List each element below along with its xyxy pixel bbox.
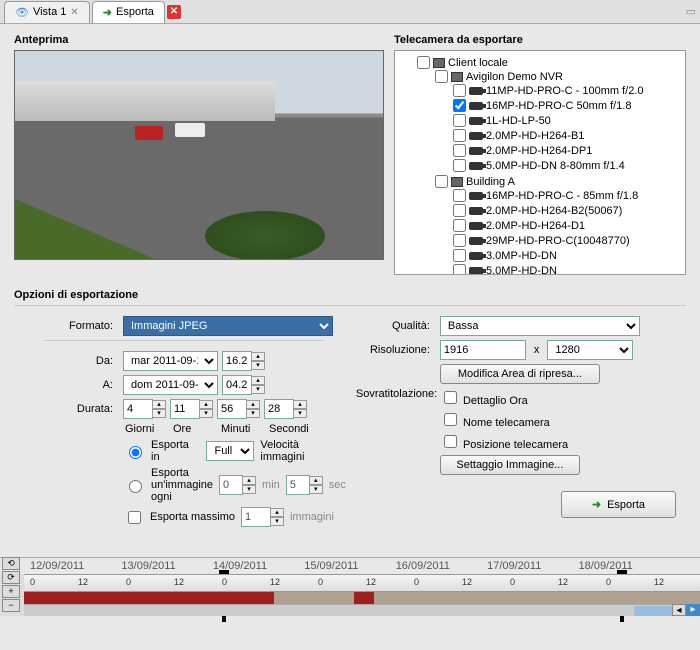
preview-title: Anteprima <box>14 34 384 46</box>
camera-item[interactable]: 2.0MP-HD-H264-DP1 <box>453 144 681 157</box>
tab-view1[interactable]: 👁 Vista 1 ✕ <box>4 1 90 23</box>
dur-days[interactable] <box>123 399 153 419</box>
camera-icon <box>469 162 483 170</box>
overlay-pos[interactable]: Posizione telecamera <box>440 432 568 451</box>
timeline-track[interactable] <box>24 592 700 604</box>
timeline-date: 16/09/2011 <box>396 560 487 572</box>
export-every-radio[interactable] <box>129 480 142 493</box>
eye-icon: 👁 <box>15 6 29 19</box>
dur-mins[interactable] <box>217 399 247 419</box>
tab-export[interactable]: ➜ Esporta <box>92 1 165 23</box>
from-time[interactable] <box>222 351 252 371</box>
camera-item[interactable]: 16MP-HD-PRO-C 50mm f/1.8 <box>453 99 681 112</box>
res-width[interactable] <box>440 340 526 360</box>
rate-select[interactable]: Full <box>206 441 254 461</box>
image-settings-button[interactable]: Settaggio Immagine... <box>440 455 580 475</box>
timeline-ruler[interactable]: 012012012012012012012 <box>24 574 700 592</box>
camera-icon <box>469 192 483 200</box>
to-label: A: <box>14 379 119 391</box>
spinner[interactable]: ▴▾ <box>251 352 265 370</box>
camera-item[interactable]: 2.0MP-HD-H264-B2(50067) <box>453 204 681 217</box>
scroll-right-icon[interactable]: ▸ <box>686 604 700 616</box>
camera-item[interactable]: 2.0MP-HD-H264-B1 <box>453 129 681 142</box>
export-arrow-icon: ➜ <box>103 6 112 19</box>
timeline-scrollbar[interactable]: ◂ ▸ <box>24 604 700 616</box>
tree-nvr[interactable]: Avigilon Demo NVR <box>435 70 681 83</box>
camera-icon <box>469 267 483 275</box>
to-time[interactable] <box>222 375 252 395</box>
every-sec <box>286 475 310 495</box>
preview-image <box>14 50 384 260</box>
from-date[interactable]: mar 2011-09-13 <box>123 351 218 371</box>
camera-icon <box>469 87 483 95</box>
duration-label: Durata: <box>14 403 119 415</box>
export-icon: ➜ <box>592 498 601 511</box>
timeline-date: 12/09/2011 <box>30 560 121 572</box>
overlay-time[interactable]: Dettaglio Ora <box>440 388 568 407</box>
scroll-left-icon[interactable]: ◂ <box>672 604 686 616</box>
camera-icon <box>469 117 483 125</box>
camera-tree[interactable]: Client locale Avigilon Demo NVR 11MP-HD-… <box>394 50 686 275</box>
export-max-check[interactable] <box>128 511 141 524</box>
format-label: Formato: <box>14 320 119 332</box>
tab-label: Esporta <box>116 6 154 18</box>
tree-root[interactable]: Client locale <box>417 56 681 69</box>
export-rate-radio[interactable] <box>129 446 142 459</box>
res-height[interactable]: 1280 <box>547 340 633 360</box>
tree-building[interactable]: Building A <box>435 175 681 188</box>
max-images <box>241 507 271 527</box>
camera-item[interactable]: 16MP-HD-PRO-C - 85mm f/1.8 <box>453 189 681 202</box>
from-label: Da: <box>14 355 119 367</box>
spinner[interactable]: ▴▾ <box>251 376 265 394</box>
camera-icon <box>469 207 483 215</box>
camera-icon <box>469 132 483 140</box>
overlay-name[interactable]: Nome telecamera <box>440 410 568 429</box>
close-icon[interactable]: ✕ <box>167 5 181 19</box>
options-title: Opzioni di esportazione <box>14 289 686 301</box>
dur-hours[interactable] <box>170 399 200 419</box>
to-date[interactable]: dom 2011-09-18 <box>123 375 218 395</box>
camera-item[interactable]: 5.0MP-HD-DN 8-80mm f/1.4 <box>453 159 681 172</box>
quality-select[interactable]: Bassa <box>440 316 640 336</box>
camera-item[interactable]: 5.0MP-HD-DN <box>453 264 681 275</box>
timeline-date: 15/09/2011 <box>304 560 395 572</box>
every-min <box>219 475 243 495</box>
tab-close-icon[interactable]: ✕ <box>70 7 78 18</box>
resolution-label: Risoluzione: <box>356 344 436 356</box>
tab-label: Vista 1 <box>33 6 66 18</box>
modify-area-button[interactable]: Modifica Area di ripresa... <box>440 364 600 384</box>
overlay-label: Sovratitolazione: <box>356 388 436 400</box>
camera-icon <box>469 222 483 230</box>
dur-secs[interactable] <box>264 399 294 419</box>
camera-item[interactable]: 3.0MP-HD-DN <box>453 249 681 262</box>
nvr-icon <box>451 72 463 82</box>
building-icon <box>451 177 463 187</box>
camera-item[interactable]: 29MP-HD-PRO-C(10048770) <box>453 234 681 247</box>
camera-icon <box>469 102 483 110</box>
minimize-icon[interactable]: ▭ <box>686 5 696 18</box>
timeline-date: 13/09/2011 <box>121 560 212 572</box>
camera-item[interactable]: 11MP-HD-PRO-C - 100mm f/2.0 <box>453 84 681 97</box>
cameras-title: Telecamera da esportare <box>394 34 686 46</box>
timeline-date: 17/09/2011 <box>487 560 578 572</box>
camera-icon <box>469 147 483 155</box>
timeline[interactable]: ⟲⟳+− 12/09/201113/09/201114/09/201115/09… <box>0 557 700 616</box>
server-icon <box>433 58 445 68</box>
quality-label: Qualità: <box>356 320 436 332</box>
export-button[interactable]: ➜ Esporta <box>561 491 676 518</box>
format-select[interactable]: Immagini JPEG <box>123 316 333 336</box>
camera-icon <box>469 252 483 260</box>
camera-item[interactable]: 2.0MP-HD-H264-D1 <box>453 219 681 232</box>
camera-item[interactable]: 1L-HD-LP-50 <box>453 114 681 127</box>
camera-icon <box>469 237 483 245</box>
